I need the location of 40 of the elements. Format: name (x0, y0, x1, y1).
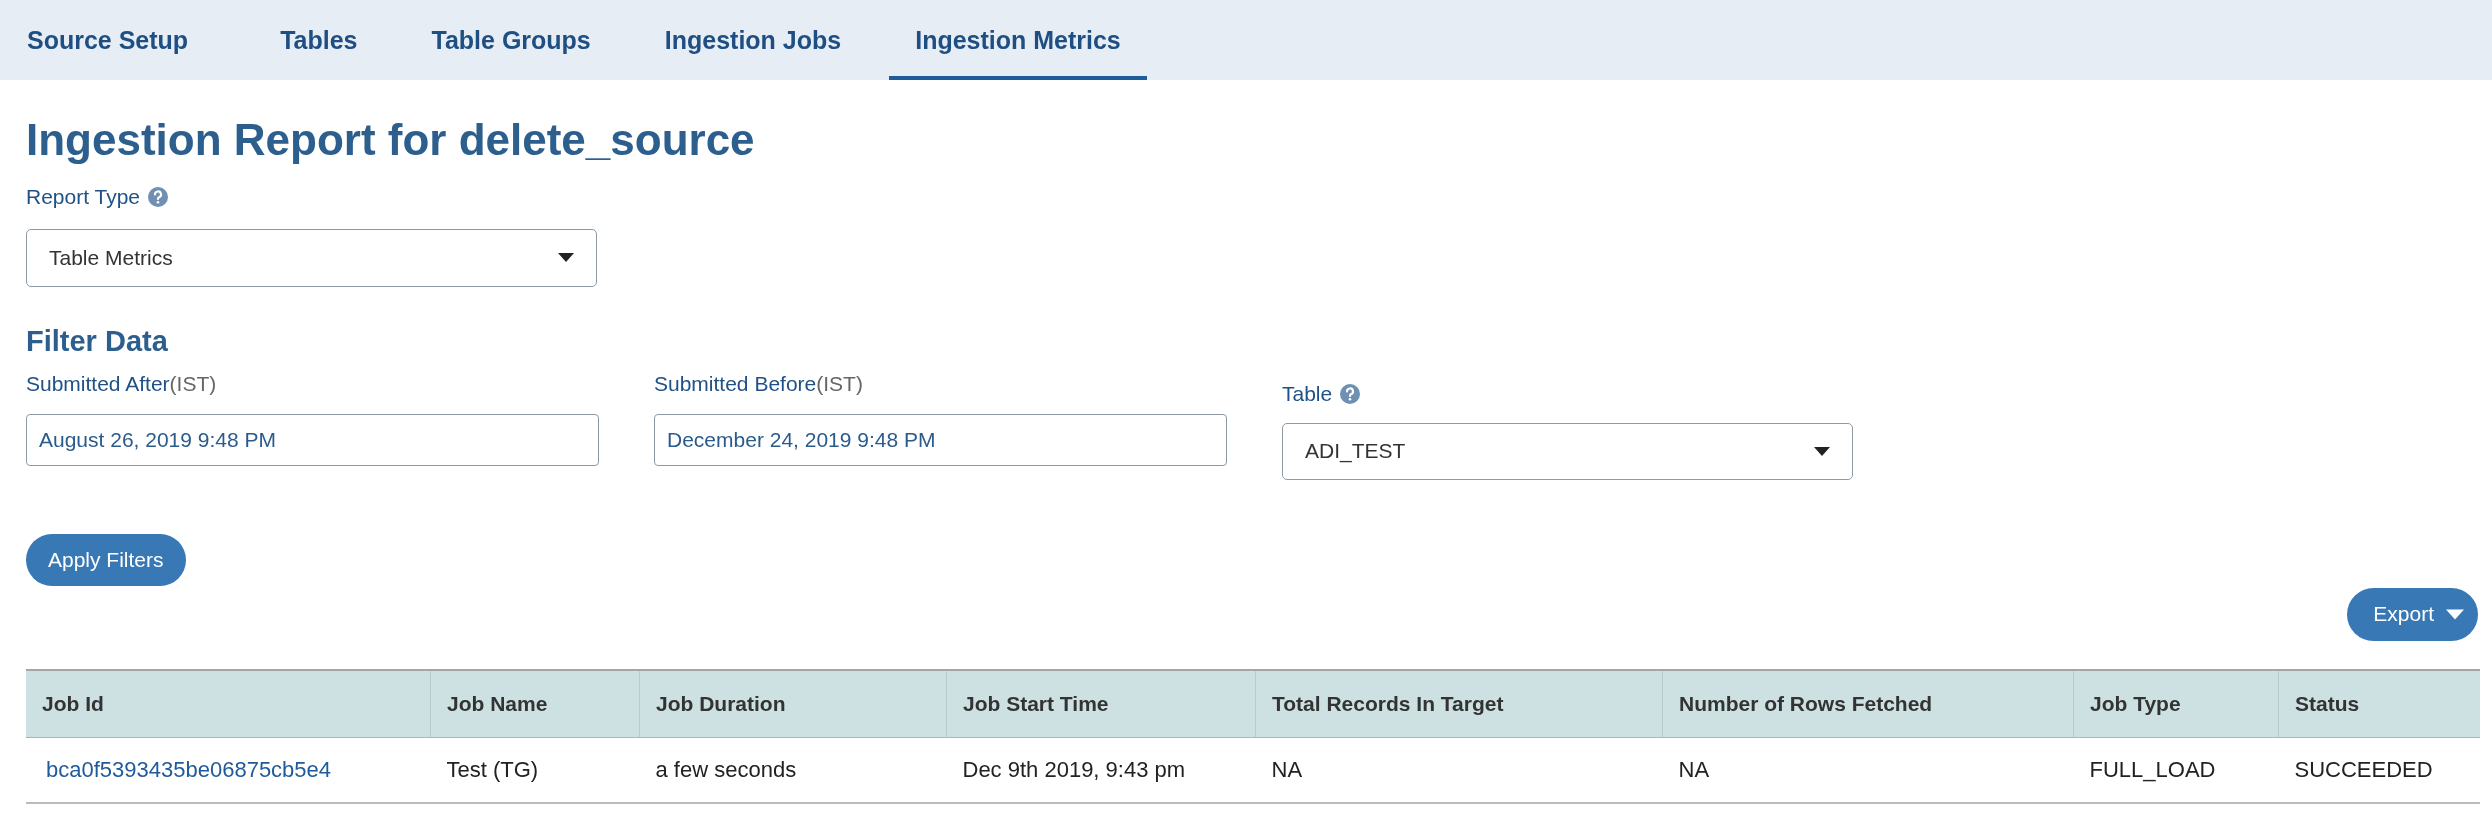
table-cell: Test (TG) (430, 737, 640, 803)
column-header: Status (2278, 669, 2480, 738)
section-heading: Filter Data (26, 324, 169, 358)
column-header: Job Name (430, 669, 640, 738)
timezone-label: (IST) (169, 371, 217, 396)
help-icon[interactable] (1340, 383, 1361, 404)
table-cell: FULL_LOAD (2073, 737, 2279, 803)
table-dropdown[interactable]: ADI_TEST (1282, 422, 1853, 480)
caret-icon (1814, 446, 1830, 456)
tab[interactable]: Table Groups (405, 0, 617, 80)
tab[interactable]: Tables (254, 0, 384, 80)
field-label: Submitted After (26, 371, 170, 396)
tab[interactable]: Ingestion Jobs (638, 0, 868, 80)
caret-icon (2446, 608, 2464, 620)
column-header: Job Start Time (946, 669, 1256, 738)
table-cell: NA (1255, 737, 1663, 803)
table-cell: SUCCEEDED (2278, 737, 2480, 803)
job-id-link[interactable]: bca0f5393435be06875cb5e4 (46, 756, 332, 782)
field-label: Table (1282, 381, 1333, 406)
column-header: Job Type (2073, 669, 2279, 738)
date-input-field[interactable]: August 26, 2019 9:48 PM (26, 413, 599, 466)
table-cell: a few seconds (639, 737, 947, 803)
export-button[interactable]: Export (2347, 587, 2478, 641)
caret-icon (558, 253, 574, 263)
field-label: Submitted Before (654, 371, 817, 396)
tab[interactable]: Ingestion Metrics (889, 0, 1147, 80)
table-cell: Dec 9th 2019, 9:43 pm (946, 737, 1256, 803)
apply-filters-button[interactable]: Apply Filters (26, 533, 186, 586)
column-header: Number of Rows Fetched (1662, 669, 2074, 738)
help-icon[interactable] (148, 186, 168, 207)
report-type-dropdown[interactable]: Table Metrics (26, 228, 597, 287)
field-label: Report Type (26, 184, 140, 209)
tab[interactable]: Source Setup (0, 0, 215, 80)
timezone-label: (IST) (816, 371, 863, 396)
column-header: Job Duration (639, 669, 947, 738)
table-cell: NA (1662, 737, 2074, 803)
date-input-field[interactable]: December 24, 2019 9:48 PM (654, 413, 1227, 466)
page-title: Ingestion Report for delete_source (26, 114, 756, 166)
column-header: Total Records In Target (1255, 669, 1663, 738)
column-header: Job Id (26, 669, 431, 738)
